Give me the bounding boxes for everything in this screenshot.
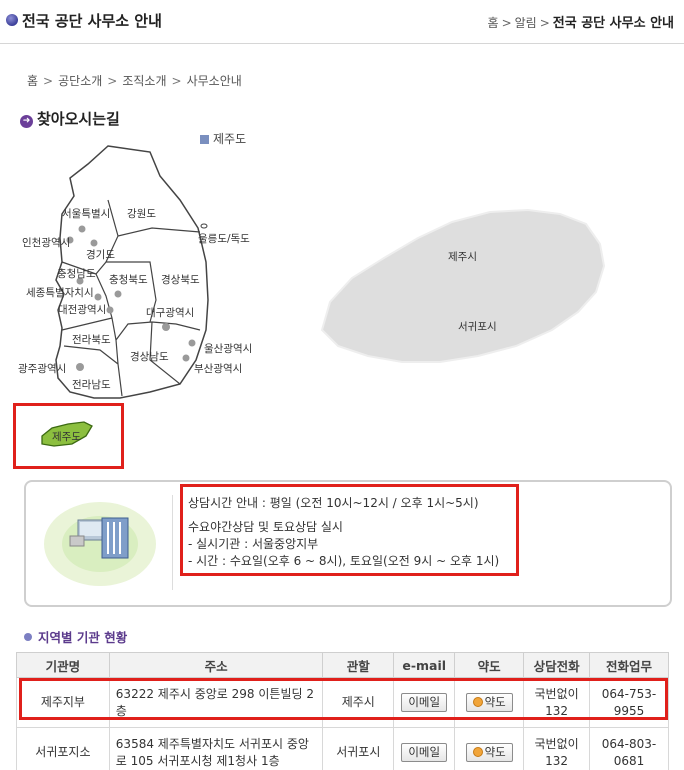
label-incheon[interactable]: 인천광역시	[22, 237, 70, 249]
arrow-circle-icon: ➜	[20, 115, 33, 128]
hours-highlight-box	[180, 484, 519, 576]
label-ulsan[interactable]: 울산광역시	[204, 343, 252, 355]
office-illustration-icon	[44, 502, 156, 586]
label-ulleung[interactable]: 울릉도/독도	[198, 233, 250, 245]
label-daegu[interactable]: 대구광역시	[146, 307, 194, 319]
map-cell: 약도	[454, 727, 525, 770]
col-map: 약도	[454, 652, 525, 678]
office-area: 서귀포시	[322, 727, 395, 770]
label-gyeongbuk[interactable]: 경상북도	[161, 273, 200, 286]
chevron-right-icon: >	[43, 74, 54, 88]
chevron-right-icon: >	[171, 74, 182, 88]
label-seogwipo-city[interactable]: 서귀포시	[458, 321, 497, 333]
counsel-tel: 국번없이 132	[523, 727, 591, 770]
chevron-right-icon: >	[107, 74, 118, 88]
email-cell: 이메일	[393, 727, 456, 770]
label-daejeon[interactable]: 대전광역시	[58, 304, 106, 316]
page-header: 전국 공단 사무소 안내 홈 > 알림 > 전국 공단 사무소 안내	[0, 0, 684, 44]
crumb-current: 전국 공단 사무소 안내	[552, 16, 674, 31]
office-phone: 064-803-0681	[589, 727, 669, 770]
breadcrumb-org[interactable]: 조직소개	[122, 74, 166, 88]
map-button[interactable]: 약도	[465, 743, 513, 762]
bullet-icon	[24, 633, 32, 641]
label-jeonnam[interactable]: 전라남도	[72, 379, 111, 391]
info-divider	[172, 495, 173, 590]
label-gyeonggi[interactable]: 경기도	[86, 248, 115, 261]
jeju-big-map	[320, 208, 606, 363]
table-header-row: 기관명 주소 관할 e-mail 약도 상담전화 전화업무	[16, 652, 669, 678]
col-name: 기관명	[16, 652, 110, 678]
col-address: 주소	[108, 652, 324, 678]
label-jeju-city[interactable]: 제주시	[448, 251, 477, 263]
col-area: 관할	[322, 652, 395, 678]
label-sejong[interactable]: 세종특별자치시	[26, 287, 94, 299]
row-highlight-box	[19, 678, 668, 720]
chevron-right-icon: >	[501, 16, 512, 30]
label-gwangju[interactable]: 광주광역시	[18, 363, 66, 375]
breadcrumb-about[interactable]: 공단소개	[58, 74, 102, 88]
label-busan[interactable]: 부산광역시	[194, 363, 242, 375]
office-name: 서귀포지소	[16, 727, 110, 770]
magnifier-icon	[472, 747, 483, 757]
jeju-highlight-box	[13, 403, 124, 469]
label-gangwon[interactable]: 강원도	[127, 208, 156, 220]
header-breadcrumb: 홈 > 알림 > 전국 공단 사무소 안내	[488, 12, 674, 31]
chevron-right-icon: >	[539, 16, 550, 30]
crumb-home[interactable]: 홈	[488, 16, 499, 30]
col-phone: 전화업무	[589, 652, 669, 678]
col-email: e-mail	[393, 652, 456, 678]
label-seoul[interactable]: 서울특별시	[62, 208, 110, 220]
label-jeonbuk[interactable]: 전라북도	[72, 334, 111, 346]
col-counsel-tel: 상담전화	[523, 652, 591, 678]
label-gyeongnam[interactable]: 경상남도	[130, 350, 169, 363]
section-title: ➜ 찾아오시는길	[20, 108, 120, 129]
crumb-notice[interactable]: 알림	[515, 16, 537, 30]
breadcrumb-office: 사무소안내	[186, 74, 242, 88]
page-title: 전국 공단 사무소 안내	[22, 12, 162, 30]
label-chungnam[interactable]: 충청남도	[57, 268, 96, 280]
table-row: 서귀포지소 63584 제주특별자치도 서귀포시 중앙 로 105 서귀포시청 제…	[16, 727, 669, 770]
office-address: 63584 제주특별자치도 서귀포시 중앙 로 105 서귀포시청 제1청사 1층	[108, 727, 324, 770]
label-chungbuk[interactable]: 충청북도	[109, 274, 148, 286]
title-bullet-icon	[6, 14, 18, 26]
ulleung-island	[200, 223, 208, 229]
email-button[interactable]: 이메일	[401, 743, 448, 762]
breadcrumb-home[interactable]: 홈	[27, 74, 38, 88]
breadcrumb: 홈 > 공단소개 > 조직소개 > 사무소안내	[27, 72, 242, 89]
subsection-title: 지역별 기관 현황	[24, 627, 127, 646]
